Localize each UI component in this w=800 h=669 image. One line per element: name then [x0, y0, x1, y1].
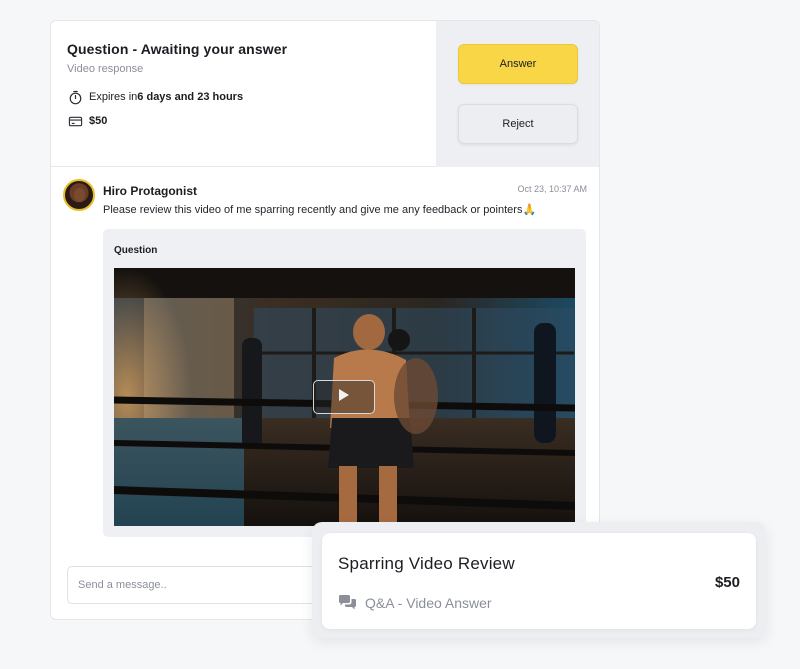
video-player[interactable] — [114, 268, 575, 526]
answer-button[interactable]: Answer — [458, 44, 578, 84]
message-timestamp: Oct 23, 10:37 AM — [517, 184, 587, 194]
message-text: Please review this video of me sparring … — [103, 204, 537, 216]
chat-bubbles-icon — [338, 594, 357, 611]
summary-card-shell: Sparring Video Review $50 Q&A - Video An… — [312, 522, 766, 638]
expires-value: 6 days and 23 hours — [137, 91, 244, 103]
play-button[interactable] — [313, 380, 375, 414]
summary-title: Sparring Video Review — [338, 554, 515, 573]
expires-prefix: Expires in — [89, 91, 138, 103]
question-header: Question - Awaiting your answer Video re… — [51, 21, 599, 167]
summary-subtitle: Q&A - Video Answer — [365, 594, 492, 611]
reject-button[interactable]: Reject — [458, 104, 578, 144]
price-row: $50 — [67, 113, 287, 129]
question-price: $50 — [89, 115, 108, 127]
summary-subtitle-row: Q&A - Video Answer — [338, 594, 492, 611]
expires-row: Expires in 6 days and 23 hours — [67, 89, 287, 105]
sender-name: Hiro Protagonist — [103, 184, 198, 198]
avatar-face — [74, 188, 85, 202]
summary-card[interactable]: Sparring Video Review $50 Q&A - Video An… — [322, 533, 756, 629]
play-icon — [338, 388, 350, 407]
question-info: Question - Awaiting your answer Video re… — [67, 41, 287, 129]
question-subtitle: Video response — [67, 63, 144, 75]
question-title: Question - Awaiting your answer — [67, 41, 288, 57]
action-panel: Answer Reject — [436, 21, 599, 167]
avatar[interactable] — [63, 179, 95, 211]
summary-price: $50 — [714, 574, 740, 591]
question-attachment: Question — [103, 229, 586, 537]
card-icon — [67, 113, 83, 129]
stopwatch-icon — [67, 89, 83, 105]
attachment-label: Question — [114, 245, 158, 256]
